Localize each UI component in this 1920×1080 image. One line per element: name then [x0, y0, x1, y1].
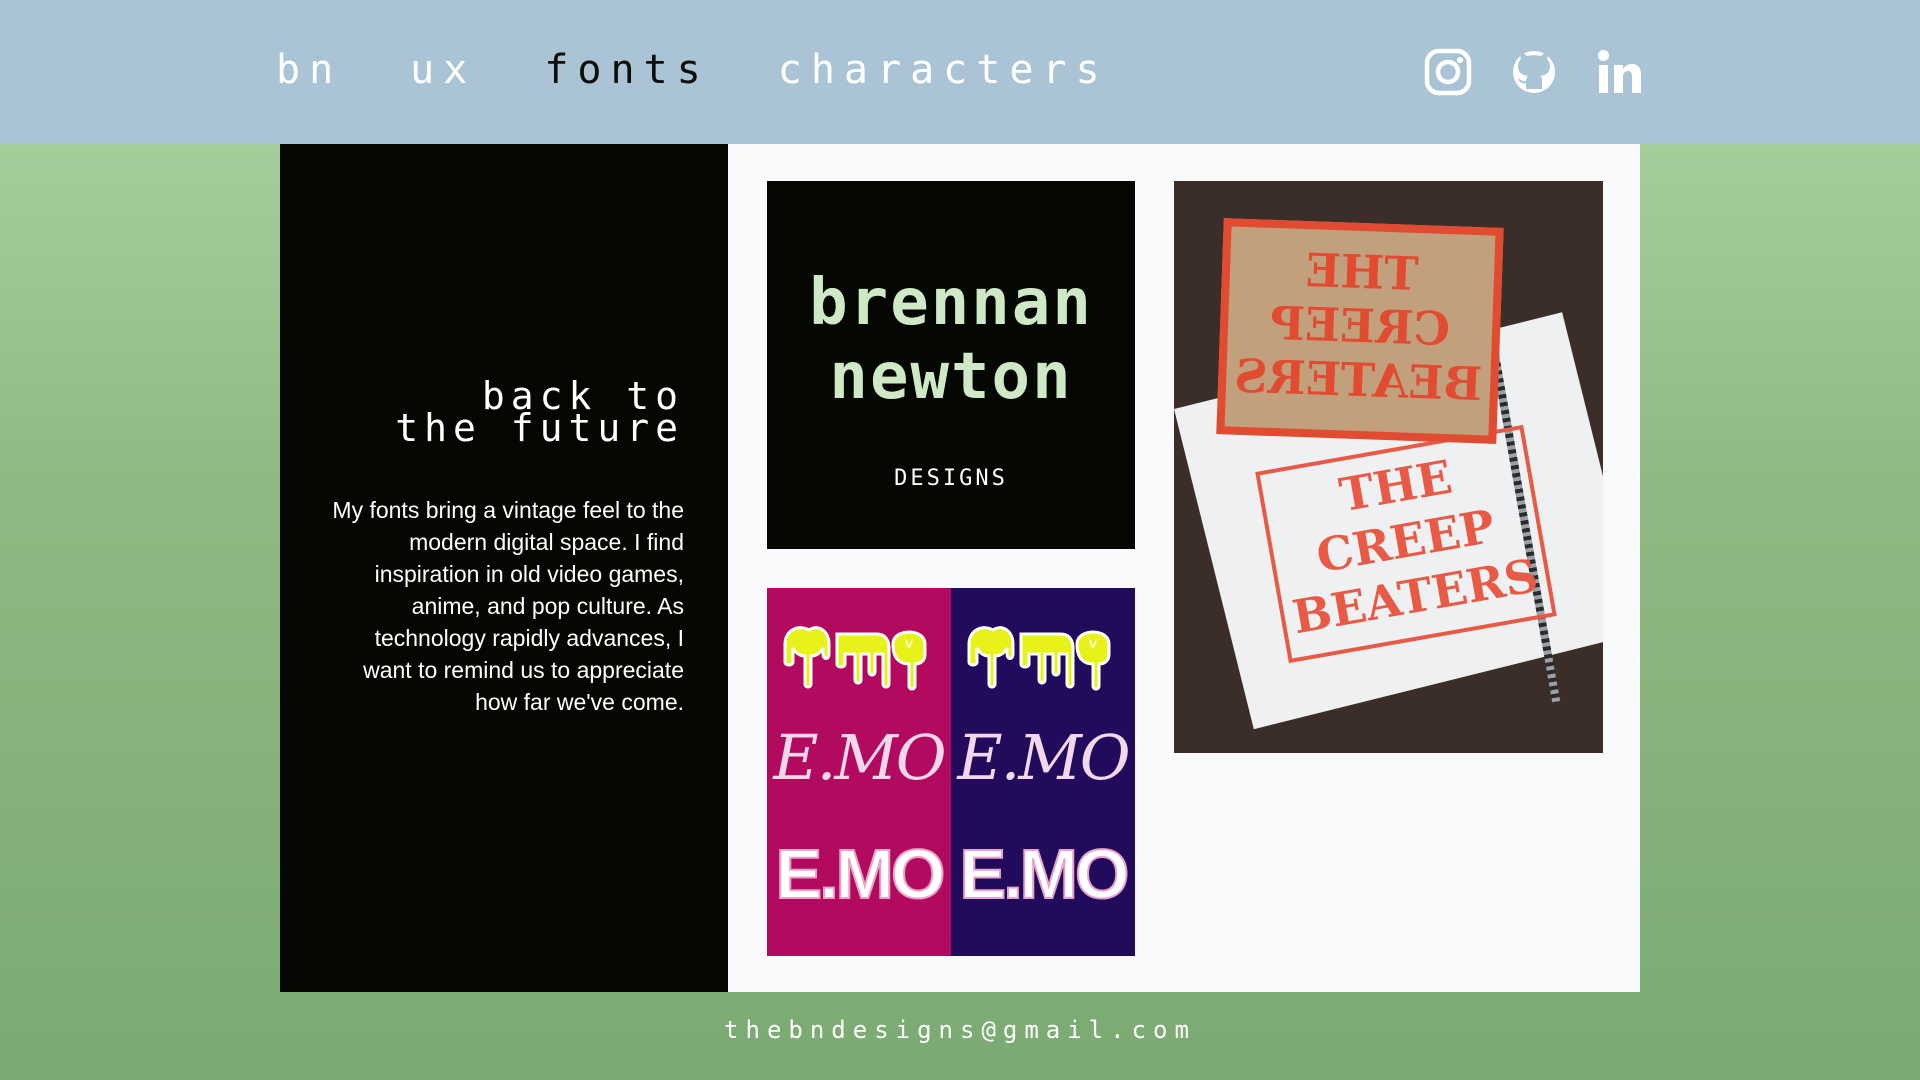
linocut-line1: THE	[1304, 243, 1420, 301]
emo-script-sample: E.MO	[773, 721, 946, 794]
feature-column: back to the future My fonts bring a vint…	[280, 144, 728, 992]
top-header: bn ux fonts characters	[0, 0, 1920, 144]
emo-drip-logo-alt: v	[967, 626, 1111, 691]
stamp-print-text: THE CREEP BEATERS	[1261, 435, 1550, 646]
svg-text:v: v	[905, 635, 913, 652]
brennan-newton-logo-card[interactable]: brennan newton DESIGNS	[767, 181, 1135, 549]
svg-text:v: v	[1089, 635, 1097, 652]
feature-description: My fonts bring a vintage feel to the mod…	[332, 497, 684, 715]
emo-block-sample-alt: E.MO	[959, 834, 1131, 914]
linocut-line3: BEATERS	[1233, 348, 1484, 412]
creep-beaters-stamp-photo[interactable]: THE CREEP BEATERS THE CREEP BEATERS	[1174, 181, 1603, 753]
nav-link-ux[interactable]: ux	[410, 44, 476, 96]
logo-line-designs: DESIGNS	[894, 466, 1008, 491]
linkedin-glyph	[1598, 50, 1641, 93]
emo-script-sample-alt: E.MO	[957, 721, 1130, 794]
linkedin-icon[interactable]	[1592, 44, 1648, 100]
github-icon[interactable]	[1506, 44, 1562, 100]
nav-link-bn[interactable]: bn	[276, 44, 342, 96]
emo-block-sample: E.MO	[775, 834, 947, 914]
main-nav: bn ux fonts characters	[276, 44, 1177, 96]
content-panel: back to the future My fonts bring a vint…	[280, 144, 1640, 992]
emo-drip-logo: v	[783, 626, 927, 691]
emo-panel-magenta: v E.MO E.MO	[767, 588, 951, 956]
linocut-block: THE CREEP BEATERS	[1216, 218, 1504, 444]
nav-link-fonts[interactable]: fonts	[544, 44, 709, 96]
linocut-block-text: THE CREEP BEATERS	[1225, 240, 1494, 411]
logo-line-brennan: brennan	[809, 266, 1093, 340]
emo-panel-purple: v E.MO E.MO	[951, 588, 1135, 956]
feature-title-line2: the future	[395, 406, 684, 450]
nav-link-characters[interactable]: characters	[778, 44, 1109, 96]
contact-email-link[interactable]: thebndesigns@gmail.com	[0, 1016, 1920, 1044]
feature-title: back to the future	[304, 377, 684, 450]
linocut-line2: CREEP	[1269, 295, 1451, 357]
instagram-glyph	[1424, 48, 1472, 96]
instagram-icon[interactable]	[1420, 44, 1476, 100]
emo-font-card[interactable]: v E.MO E.MO v E.MO E.MO	[767, 588, 1135, 956]
github-glyph	[1513, 51, 1555, 93]
logo-line-newton: newton	[829, 340, 1073, 414]
